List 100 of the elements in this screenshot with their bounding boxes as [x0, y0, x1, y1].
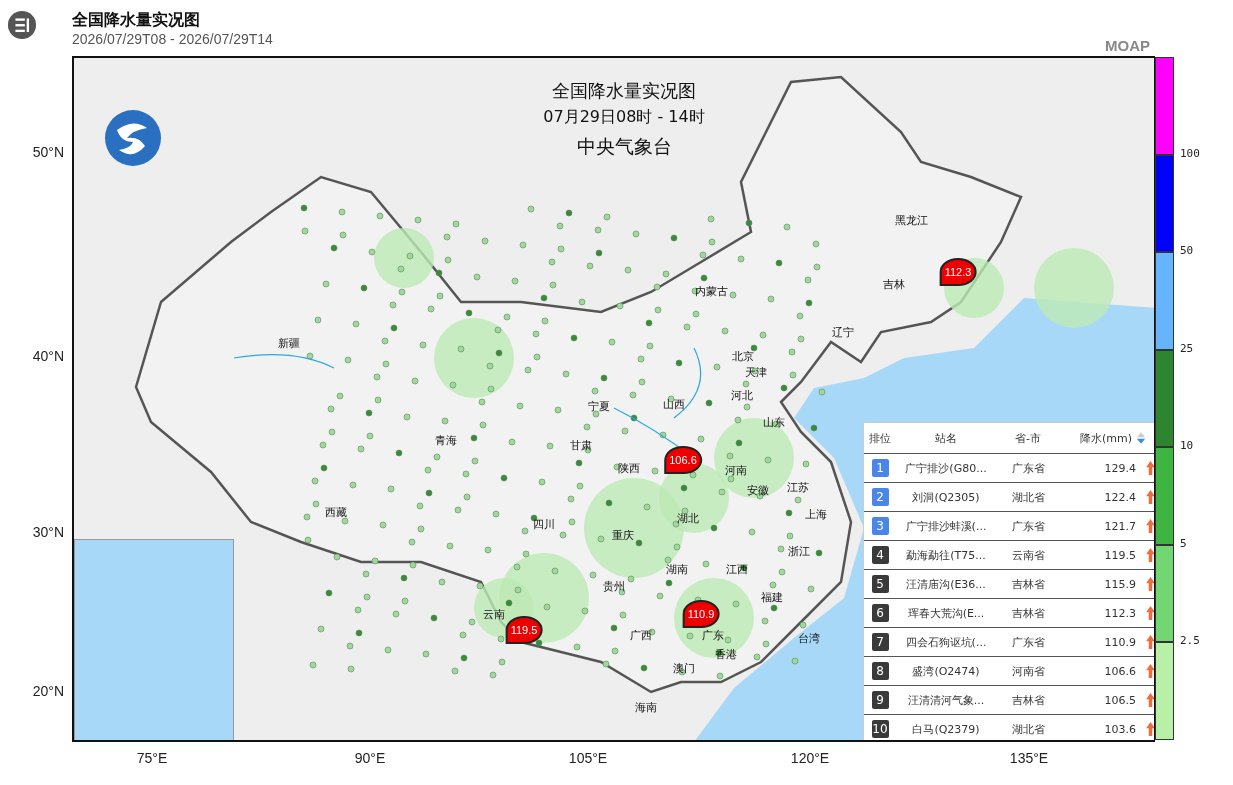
legend-label: 10	[1180, 439, 1194, 452]
up-arrow-icon	[1146, 577, 1154, 591]
latitude-label: 50°N	[32, 144, 64, 160]
region-label: 河北	[731, 387, 753, 403]
longitude-label: 90°E	[354, 750, 386, 766]
up-arrow-icon	[1146, 461, 1154, 475]
logo-icon	[103, 108, 163, 168]
up-arrow-icon	[1146, 635, 1154, 649]
column-header[interactable]: 降水(mm)	[1060, 430, 1132, 446]
rainfall-value: 115.9	[1103, 577, 1136, 591]
map-title: 07月29日08时 - 14时	[542, 106, 706, 128]
rank-badge: 4	[871, 546, 889, 564]
region-label: 海南	[635, 699, 657, 715]
rank-badge: 8	[871, 662, 889, 680]
legend-label: 50	[1180, 244, 1194, 257]
region-label: 广东	[702, 627, 724, 643]
time-range: 2026/07/29T08 - 2026/07/29T14	[72, 30, 273, 48]
province-cell-text: 广东省	[1010, 460, 1046, 476]
legend-label: 5	[1180, 536, 1187, 550]
region-label: 澳门	[673, 660, 695, 676]
rank-badge: 6	[871, 604, 889, 622]
region-label: 安徽	[747, 482, 769, 498]
up-arrow-icon	[1146, 693, 1154, 707]
legend-label: 25	[1180, 341, 1194, 355]
region-label: 湖北	[677, 510, 699, 526]
region-label: 四川	[533, 516, 555, 532]
rank-badge: 3	[871, 517, 889, 535]
rainfall-value: 122.4	[1103, 490, 1136, 504]
region-label: 西藏	[325, 504, 347, 520]
longitude-label: 105°E	[568, 750, 608, 766]
rainfall-value: 119.5	[1103, 548, 1136, 562]
longitude-label: 120°E	[790, 750, 830, 766]
map-title: 中央气象台	[575, 134, 673, 159]
region-label: 甘肃	[570, 437, 592, 453]
region-label: 辽宁	[832, 324, 854, 340]
province-cell-text: 广东省	[1010, 518, 1046, 534]
station-name: 盛湾(O2474)	[911, 663, 981, 679]
province-cell-text: 湖北省	[1010, 721, 1046, 737]
longitude-label: 75°E	[136, 750, 168, 766]
up-arrow-icon	[1146, 490, 1154, 504]
product-label: MOAP	[1105, 37, 1150, 54]
province-cell-text: 吉林省	[1010, 576, 1046, 592]
up-arrow-icon	[1146, 722, 1154, 736]
rainfall-value: 112.3	[1103, 606, 1136, 620]
province-cell-text: 湖北省	[1010, 489, 1046, 505]
page-title: 全国降水量实况图	[72, 10, 201, 30]
legend-label: 2.5	[1180, 634, 1200, 647]
station-name: 白马(Q2379)	[911, 721, 981, 737]
province-cell-text: 吉林省	[1010, 692, 1046, 708]
rainfall-value: 106.6	[1103, 664, 1136, 678]
up-arrow-icon	[1146, 548, 1154, 562]
region-label: 广西	[630, 627, 652, 643]
sort-icon[interactable]	[1136, 431, 1146, 445]
rank-badge: 2	[871, 488, 889, 506]
station-name: 刘洞(Q2305)	[911, 489, 981, 505]
region-label: 新疆	[278, 335, 300, 351]
up-arrow-icon	[1146, 606, 1154, 620]
region-label: 山西	[663, 396, 685, 412]
rainfall-value: 110.9	[1103, 635, 1136, 649]
rainfall-value: 103.6	[1103, 722, 1136, 736]
region-label: 宁夏	[588, 398, 610, 414]
station-name: 汪清清河气象...	[906, 692, 986, 708]
up-arrow-icon	[1146, 664, 1154, 678]
region-label: 台湾	[798, 630, 820, 646]
region-label: 江苏	[787, 479, 809, 495]
station-name: 广宁排沙(G80...	[904, 460, 988, 476]
region-label: 陕西	[618, 460, 640, 476]
column-header: 排位	[868, 430, 892, 446]
region-label: 上海	[805, 506, 827, 522]
region-label: 湖南	[666, 561, 688, 577]
station-name: 珲春大荒沟(E...	[906, 605, 986, 621]
region-label: 香港	[715, 646, 737, 662]
rank-badge: 10	[871, 720, 889, 738]
latitude-label: 40°N	[32, 348, 64, 364]
latitude-label: 30°N	[32, 524, 64, 540]
region-label: 青海	[435, 432, 457, 448]
station-name: 勐海勐往(T75...	[905, 547, 987, 563]
region-label: 内蒙古	[694, 283, 728, 299]
region-label: 吉林	[883, 276, 905, 292]
rain-area-drawing	[374, 228, 434, 288]
up-arrow-icon	[1146, 519, 1154, 533]
region-label: 重庆	[612, 527, 634, 543]
region-label: 福建	[761, 589, 783, 605]
rainfall-value: 121.7	[1103, 519, 1136, 533]
province-cell-text: 广东省	[1010, 634, 1046, 650]
station-name: 汪清庙沟(E36...	[905, 576, 987, 592]
rank-badge: 5	[871, 575, 889, 593]
station-name: 广宁排沙蚌溪(...	[904, 518, 988, 534]
menu-icon[interactable]	[7, 10, 37, 40]
region-label: 天津	[745, 364, 767, 380]
station-name: 四会石狗讴坑(...	[904, 634, 988, 650]
rank-badge: 7	[871, 633, 889, 651]
rank-badge: 1	[871, 459, 889, 477]
region-label: 河南	[725, 462, 747, 478]
province-cell-text: 云南省	[1010, 547, 1046, 563]
province-cell-text: 河南省	[1010, 663, 1046, 679]
region-label: 北京	[732, 348, 754, 364]
province-cell-text: 吉林省	[1010, 605, 1046, 621]
map-title: 全国降水量实况图	[551, 79, 697, 103]
region-label: 黑龙江	[894, 212, 928, 228]
